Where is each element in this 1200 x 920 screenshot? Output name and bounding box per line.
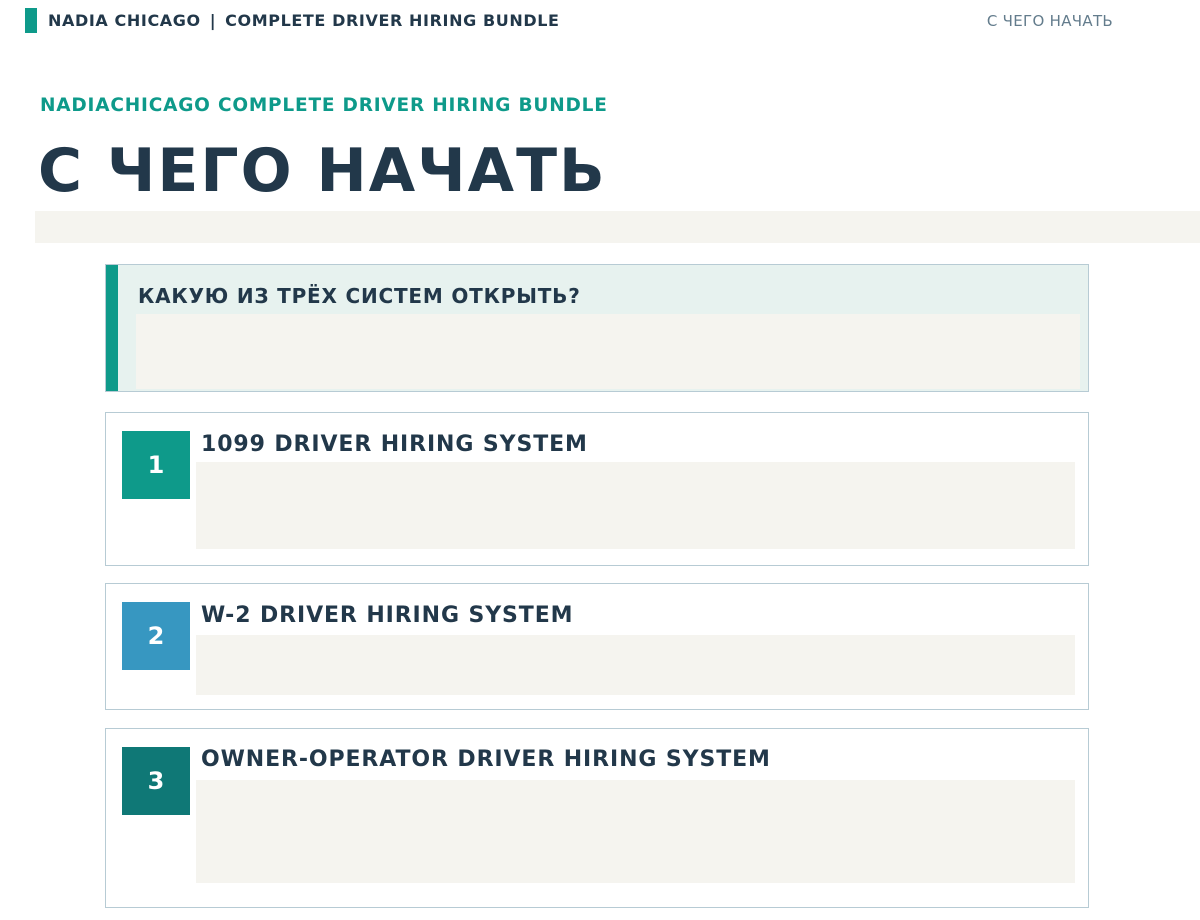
callout-accent-bar	[106, 265, 118, 391]
system-title: 1099 DRIVER HIRING SYSTEM	[201, 432, 588, 457]
hero-eyebrow: NADIACHICAGO COMPLETE DRIVER HIRING BUND…	[40, 95, 608, 116]
system-number-badge: 1	[122, 431, 190, 499]
header-title: NADIA CHICAGO | COMPLETE DRIVER HIRING BUN…	[48, 11, 560, 30]
hero-text-band	[35, 211, 1200, 243]
header-product: COMPLETE DRIVER HIRING BUNDLE	[225, 11, 560, 30]
system-description	[196, 462, 1075, 549]
system-card-owner-operator[interactable]: 3 OWNER-OPERATOR DRIVER HIRING SYSTEM	[105, 728, 1089, 908]
page-title: С ЧЕГО НАЧАТЬ	[38, 136, 607, 206]
header-separator: |	[209, 11, 217, 30]
header-brand: NADIA CHICAGO	[48, 11, 201, 30]
system-description	[196, 635, 1075, 695]
question-callout: КАКУЮ ИЗ ТРЁХ СИСТЕМ ОТКРЫТЬ?	[105, 264, 1089, 392]
header-accent-bar	[25, 8, 37, 33]
system-number-badge: 2	[122, 602, 190, 670]
system-card-1099[interactable]: 1 1099 DRIVER HIRING SYSTEM	[105, 412, 1089, 566]
page: NADIA CHICAGO | COMPLETE DRIVER HIRING BUN…	[0, 0, 1200, 920]
system-number-badge: 3	[122, 747, 190, 815]
system-title: W-2 DRIVER HIRING SYSTEM	[201, 603, 574, 628]
system-description	[196, 780, 1075, 883]
header-section-link[interactable]: С ЧЕГО НАЧАТЬ	[987, 12, 1113, 30]
system-title: OWNER-OPERATOR DRIVER HIRING SYSTEM	[201, 747, 771, 772]
callout-title: КАКУЮ ИЗ ТРЁХ СИСТЕМ ОТКРЫТЬ?	[138, 284, 581, 308]
system-card-w2[interactable]: 2 W-2 DRIVER HIRING SYSTEM	[105, 583, 1089, 710]
callout-body	[136, 314, 1080, 389]
